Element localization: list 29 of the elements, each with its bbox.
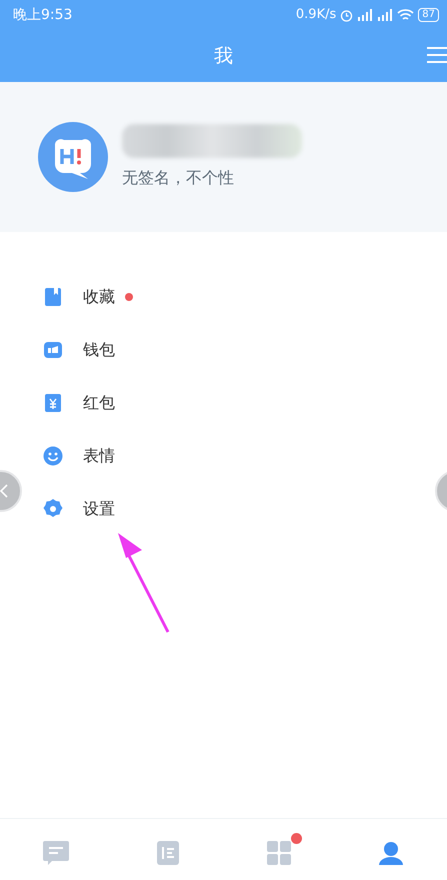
network-speed: 0.9K/s bbox=[296, 6, 336, 24]
status-time: 晚上9:53 bbox=[13, 6, 72, 24]
avatar[interactable] bbox=[38, 122, 108, 192]
menu-label: 红包 bbox=[83, 392, 115, 414]
menu-item[interactable]: 收藏 bbox=[43, 270, 139, 323]
smiley-icon bbox=[43, 446, 63, 466]
page-title: 我 bbox=[214, 44, 233, 69]
signal-icon bbox=[357, 9, 374, 21]
chat-icon bbox=[42, 838, 70, 866]
menu-item[interactable]: 表情 bbox=[43, 429, 121, 482]
chevron-left-icon bbox=[0, 484, 8, 498]
menu-item[interactable]: 红包 bbox=[43, 376, 121, 429]
alarm-icon bbox=[340, 8, 354, 22]
grid-icon bbox=[265, 838, 294, 866]
signal-icon bbox=[377, 9, 394, 21]
menu-icon[interactable] bbox=[427, 45, 447, 65]
settings-icon bbox=[43, 498, 63, 518]
menu-item[interactable]: 设置 bbox=[43, 482, 121, 535]
wifi-icon bbox=[397, 8, 414, 22]
menu-label: 收藏 bbox=[83, 286, 115, 308]
menu-label: 钱包 bbox=[83, 338, 115, 360]
wallet-icon bbox=[43, 340, 63, 360]
menu-label: 设置 bbox=[83, 498, 115, 520]
menu-label: 表情 bbox=[83, 444, 115, 466]
signature: 无签名，不个性 bbox=[122, 167, 235, 189]
bookmark-icon bbox=[43, 286, 63, 306]
menu-item[interactable]: 钱包 bbox=[43, 323, 121, 376]
envelope-icon bbox=[43, 392, 63, 412]
battery-level: 87 bbox=[418, 8, 439, 22]
